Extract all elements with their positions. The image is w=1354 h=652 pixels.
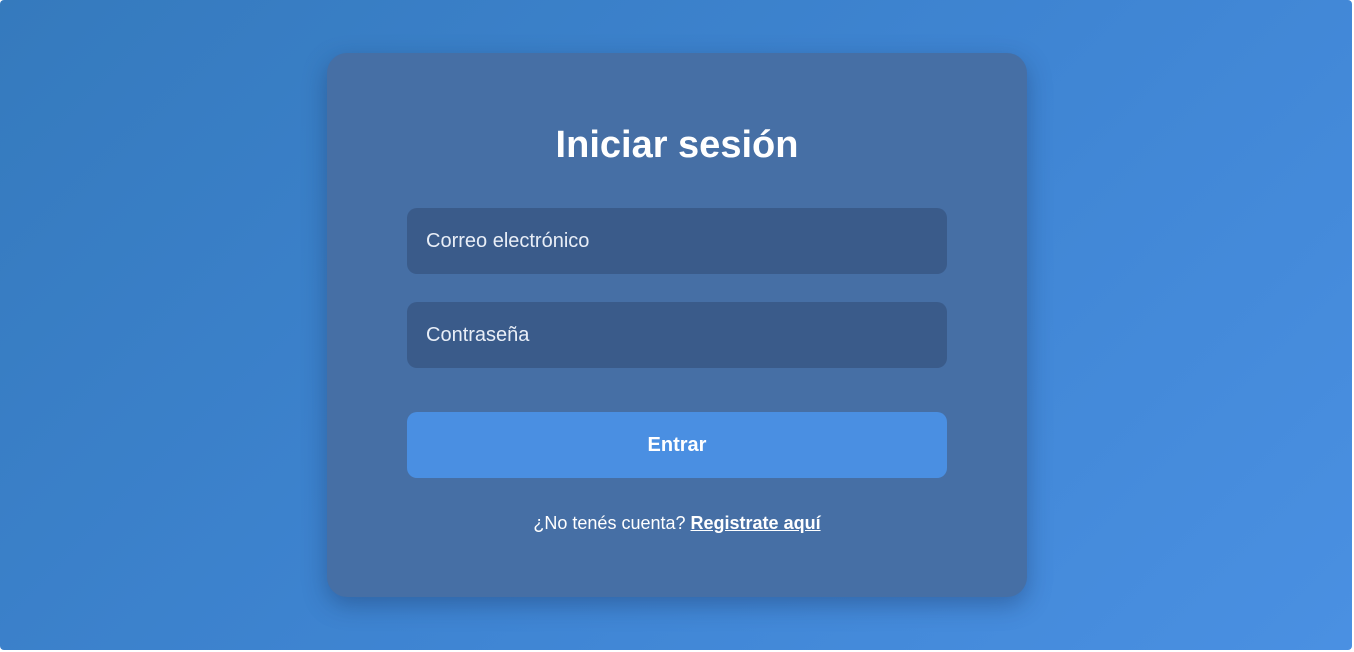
register-prompt: ¿No tenés cuenta? Registrate aquí — [327, 511, 1027, 535]
register-prompt-text: ¿No tenés cuenta? — [533, 513, 686, 533]
email-field[interactable] — [407, 208, 947, 274]
register-link[interactable]: Registrate aquí — [691, 513, 821, 533]
page-title: Iniciar sesión — [555, 124, 799, 166]
password-field[interactable] — [407, 302, 947, 368]
login-card: Iniciar sesión Entrar ¿No tenés cuenta? … — [327, 53, 1027, 597]
login-page: Iniciar sesión Entrar ¿No tenés cuenta? … — [0, 0, 1352, 650]
login-button[interactable]: Entrar — [407, 412, 947, 478]
